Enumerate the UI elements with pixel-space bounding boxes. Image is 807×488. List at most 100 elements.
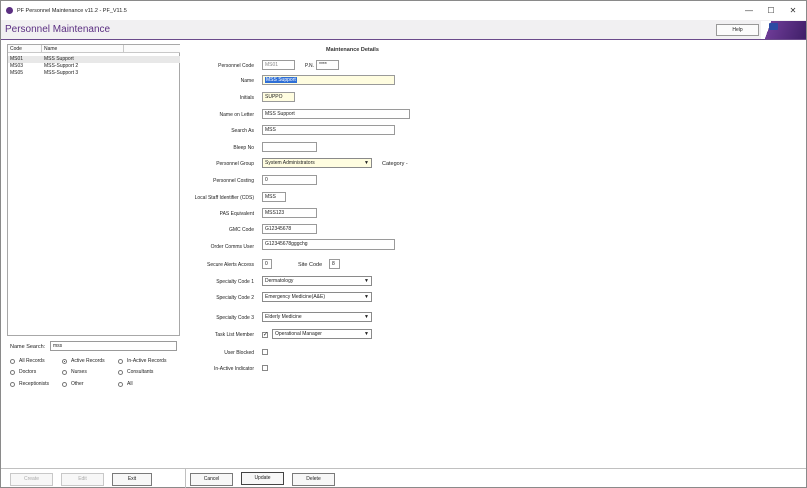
specialty-code-3-select[interactable]: Elderly Medicine ▼	[262, 312, 372, 322]
specialty-code-1-value: Dermatology	[265, 278, 294, 284]
bottom-separator	[185, 468, 186, 488]
radio-circle	[118, 359, 123, 364]
radio-circle	[62, 370, 67, 375]
brand-logo	[761, 21, 806, 39]
specialty-code-2-label: Specialty Code 2	[216, 295, 254, 301]
initials-field[interactable]: SUPPO	[262, 92, 295, 102]
edit-button[interactable]: Edit	[61, 473, 104, 486]
name-search-label: Name Search:	[10, 344, 46, 350]
update-button[interactable]: Update	[241, 472, 284, 485]
exit-button[interactable]: Exit	[112, 473, 152, 486]
pin-label: P.N.	[304, 63, 314, 69]
pin-field[interactable]: ****	[316, 60, 339, 70]
user-blocked-label: User Blocked	[224, 350, 254, 356]
task-list-member-checkbox[interactable]: ✓	[262, 332, 268, 338]
radio-circle	[10, 359, 15, 364]
row-name: MSS-Support 3	[44, 70, 79, 76]
radio-circle	[10, 370, 15, 375]
pas-equivalent-label: PAS Equivalent	[219, 211, 254, 217]
secure-alerts-access-label: Secure Alerts Access	[207, 262, 254, 268]
personnel-costing-label: Personnel Costing	[213, 178, 254, 184]
app-icon	[6, 7, 13, 14]
specialty-code-3-value: Elderly Medicine	[265, 314, 302, 320]
chevron-down-icon: ▼	[364, 160, 369, 166]
order-comms-user-label: Order Comms User	[210, 244, 254, 250]
minimize-button[interactable]: —	[742, 5, 756, 16]
specialty-code-2-value: Emergency Medicine(A&E)	[265, 294, 326, 300]
site-code-field[interactable]: 8	[329, 259, 340, 269]
personnel-group-label: Personnel Group	[216, 161, 254, 167]
radio-circle	[118, 370, 123, 375]
truck-icon	[769, 23, 778, 30]
section-title: Maintenance Details	[326, 47, 379, 53]
cancel-button[interactable]: Cancel	[190, 473, 233, 486]
page-title: Personnel Maintenance	[5, 24, 111, 35]
pas-equivalent-field[interactable]: MSS123	[262, 208, 317, 218]
column-header-code[interactable]: Code	[8, 45, 42, 53]
personnel-costing-field[interactable]: 0	[262, 175, 317, 185]
column-header-name[interactable]: Name	[42, 45, 124, 53]
name-field[interactable]: MSS Support	[262, 75, 395, 85]
task-list-member-label: Task List Member	[214, 332, 254, 338]
site-code-label: Site Code	[298, 262, 323, 268]
chevron-down-icon: ▼	[364, 278, 369, 284]
list-row[interactable]: MS05 MSS-Support 3	[8, 70, 180, 77]
chevron-down-icon: ▼	[364, 294, 369, 300]
row-code: MS03	[10, 63, 24, 69]
user-blocked-checkbox[interactable]	[262, 349, 268, 355]
name-value: MSS Support	[265, 77, 297, 83]
personnel-list[interactable]: Code Name MS01 MSS Support MS03 MSS-Supp…	[7, 44, 180, 336]
radio-label: Consultants	[127, 369, 154, 375]
task-list-value: Operational Manager	[275, 331, 322, 337]
specialty-code-1-label: Specialty Code 1	[216, 279, 254, 285]
radio-circle	[62, 382, 67, 387]
row-code: MS01	[10, 56, 24, 62]
inactive-indicator-checkbox[interactable]	[262, 365, 268, 371]
radio-label: Receptionists	[19, 381, 50, 387]
specialty-code-2-select[interactable]: Emergency Medicine(A&E) ▼	[262, 292, 372, 302]
name-on-letter-field[interactable]: MSS Support	[262, 109, 410, 119]
specialty-code-1-select[interactable]: Dermatology ▼	[262, 276, 372, 286]
bleep-field[interactable]	[262, 142, 317, 152]
inactive-indicator-label: In-Active Indicator	[213, 366, 254, 372]
bottom-divider	[1, 468, 806, 469]
page-header: Personnel Maintenance	[1, 20, 806, 40]
secure-alerts-access-field[interactable]: 0	[262, 259, 272, 269]
row-name: MSS Support	[44, 56, 74, 62]
column-header-blank	[124, 45, 180, 53]
chevron-down-icon: ▼	[364, 331, 369, 337]
radio-label: Doctors	[19, 369, 37, 375]
personnel-group-value: System Administrators	[265, 160, 315, 166]
help-button[interactable]: Help	[716, 24, 759, 36]
search-as-label: Search As	[231, 128, 254, 134]
task-list-select[interactable]: Operational Manager ▼	[272, 329, 372, 339]
initials-label: Initials	[239, 95, 254, 101]
maximize-button[interactable]: ☐	[764, 5, 778, 16]
order-comms-user-field[interactable]: G12345678gggchg	[262, 239, 395, 250]
app-window: PF Personnel Maintenance v11.2 - PF_V11.…	[0, 0, 807, 488]
local-staff-identifier-field[interactable]: MSS	[262, 192, 286, 202]
local-staff-identifier-label: Local Staff Identifier (CDS)	[194, 195, 254, 201]
create-button[interactable]: Create	[10, 473, 53, 486]
bleep-label: Bleep No	[233, 145, 254, 151]
radio-label: All	[127, 381, 133, 387]
title-bar: PF Personnel Maintenance v11.2 - PF_V11.…	[1, 1, 806, 20]
radio-circle	[118, 382, 123, 387]
radio-label: Active Records	[71, 358, 105, 364]
chevron-down-icon: ▼	[364, 314, 369, 320]
close-button[interactable]: ✕	[786, 5, 800, 16]
radio-circle	[10, 382, 15, 387]
gmc-code-field[interactable]: G12345678	[262, 224, 317, 234]
delete-button[interactable]: Delete	[292, 473, 335, 486]
search-as-field[interactable]: MSS	[262, 125, 395, 135]
row-code: MS05	[10, 70, 24, 76]
name-on-letter-label: Name on Letter	[219, 112, 254, 118]
name-label: Name	[240, 78, 254, 84]
row-name: MSS-Support 2	[44, 63, 79, 69]
radio-label: Nurses	[71, 369, 87, 375]
radio-label: All Records	[19, 358, 45, 364]
radio-label: Other	[71, 381, 84, 387]
gmc-code-label: GMC Code	[228, 227, 254, 233]
personnel-group-select[interactable]: System Administrators ▼	[262, 158, 372, 168]
category-label: Category -	[382, 161, 408, 167]
